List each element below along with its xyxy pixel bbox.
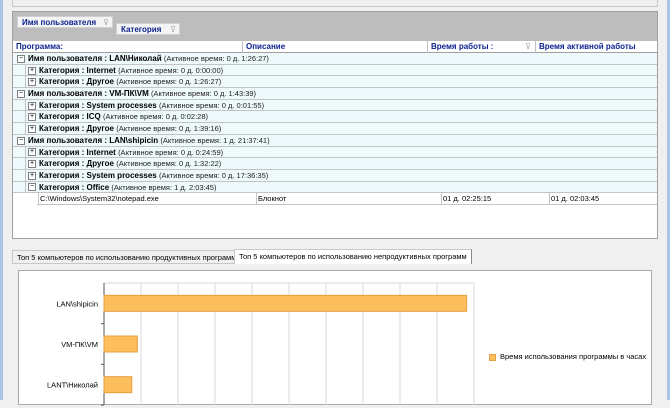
group-chip-user[interactable]: Имя пользователя ⊽ [17,16,113,28]
group-row-user[interactable]: − Имя пользователя : LAN\shipicin (Активн… [13,134,657,147]
group-label: Категория : Другое [39,159,114,169]
cell-description: Блокнот [256,193,287,205]
category-label: VM-ПК\VM [61,340,98,349]
group-meta: (Активное время: 0 д. 1:26:27) [163,54,269,63]
expand-icon[interactable]: + [28,78,36,87]
data-grid[interactable]: Имя пользователя ⊽ Категория ⊽ Программа: … [12,11,658,239]
group-row-category[interactable]: + Категория : ICQ (Активное время: 0 д. 0… [13,111,657,124]
group-meta: (Активное время: 0 д. 0:01:55) [159,100,265,110]
group-meta: (Активное время: 0 д. 1:32:22) [116,159,222,169]
group-meta: (Активное время: 1 д. 2:03:45) [111,182,217,192]
collapse-icon[interactable]: − [28,183,36,192]
group-meta: (Активное время: 0 д. 0:02:28) [102,112,209,122]
column-header-label: Время работы : [431,42,494,51]
group-label: Категория : System processes [39,170,157,180]
group-row-category[interactable]: + Категория : Другое (Активное время: 0 д… [13,158,657,170]
expand-icon[interactable]: + [28,101,36,110]
bar-chart: LAN\shipicin VM-ПК\VM LANT\Николай Время и… [18,270,652,406]
column-header-description[interactable]: Описание [243,41,428,53]
cell-work-time: 01 д. 02:25:15 [441,193,492,205]
group-label: Категория : Другое [39,77,114,87]
group-meta: (Активное время: 0 д. 17:36:35) [159,170,269,180]
collapse-icon[interactable]: − [17,89,25,98]
group-by-panel: Имя пользователя ⊽ Категория ⊽ [13,12,657,41]
column-header-work-time[interactable]: Время работы : ⊽ [428,41,536,53]
group-row-category[interactable]: − Категория : Office (Активное время: 1 д… [13,181,657,194]
group-row-user[interactable]: − Имя пользователя : LAN\Николай (Активно… [13,53,657,65]
filter-icon[interactable]: ⊽ [525,41,531,53]
program-row[interactable]: C:\Windows\System32\notepad.exe Блокнот 01… [37,193,657,205]
collapse-icon[interactable]: − [17,136,25,145]
group-meta: (Активное время: 1 д. 21:37:41) [160,135,270,145]
category-label: LAN\shipicin [56,299,98,308]
group-chip-category[interactable]: Категория ⊽ [116,23,180,35]
group-label: Категория : System processes [39,100,157,110]
group-chip-label: Имя пользователя [22,18,97,27]
group-meta: (Активное время: 0 д. 0:24:59) [118,147,224,157]
expand-icon[interactable]: + [28,148,36,157]
group-meta: (Активное время: 0 д. 0:00:00) [118,65,224,75]
column-header-active-time[interactable]: Время активной работы [536,41,657,53]
group-label: Категория : ICQ [39,112,101,122]
expand-icon[interactable]: + [28,66,36,75]
column-headers: Программа: Описание Время работы : ⊽ Врем… [13,41,657,53]
group-chip-label: Категория [121,25,162,34]
collapse-icon[interactable]: − [17,54,25,63]
group-meta: (Активное время: 0 д. 1:43:39) [150,89,257,99]
tab-productive[interactable]: Топ 5 компьютеров по использованию проду… [12,250,242,264]
group-meta: (Активное время: 0 д. 1:26:27) [116,77,222,87]
cell-active-time: 01 д. 02:03:45 [549,193,600,205]
chart-tabs: Топ 5 компьютеров по использованию проду… [12,249,658,264]
chart-legend: Время использования программы в часах [489,352,646,361]
window-border-left [0,0,3,400]
group-meta: (Активное время: 0 д. 1:39:16) [116,124,222,134]
group-row-category[interactable]: + Категория : Другое (Активное время: 0 д… [13,76,657,89]
filter-icon[interactable]: ⊽ [170,26,176,34]
group-label: Имя пользователя : LAN\shipicin [28,135,159,145]
filter-icon[interactable]: ⊽ [103,19,109,27]
bar [103,294,468,312]
cell-program: C:\Windows\System32\notepad.exe [38,193,159,205]
group-row-category[interactable]: + Категория : Internet (Активное время: 0… [13,64,657,77]
group-label: Категория : Другое [39,124,114,134]
group-row-category[interactable]: + Категория : System processes (Активное … [13,99,657,112]
chart-plot: LAN\shipicin VM-ПК\VM LANT\Николай [47,282,475,406]
group-row-category[interactable]: + Категория : Internet (Активное время: 0… [13,146,657,159]
legend-label: Время использования программы в часах [500,352,647,361]
grid-rows: − Имя пользователя : LAN\Николай (Активно… [13,53,657,205]
column-header-program[interactable]: Программа: [13,41,243,53]
expand-icon[interactable]: + [28,160,36,169]
group-row-category[interactable]: + Категория : System processes (Активное … [13,169,657,182]
group-row-category[interactable]: + Категория : Другое (Активное время: 0 д… [13,123,657,135]
bar [103,335,138,353]
group-label: Категория : Office [39,182,110,192]
top-panel [12,0,658,7]
group-label: Имя пользователя : VM-ПК\VM [28,89,149,99]
expand-icon[interactable]: + [28,171,36,180]
legend-swatch [489,353,496,361]
group-label: Категория : Internet [39,147,116,157]
group-row-user[interactable]: − Имя пользователя : VM-ПК\VM (Активное в… [13,88,657,100]
group-label: Категория : Internet [39,65,116,75]
tab-unproductive[interactable]: Топ 5 компьютеров по использованию непро… [234,249,472,264]
expand-icon[interactable]: + [28,113,36,122]
bar [103,376,133,394]
group-label: Имя пользователя : LAN\Николай [28,54,162,63]
expand-icon[interactable]: + [28,125,36,134]
category-label: LANT\Николай [47,381,98,390]
